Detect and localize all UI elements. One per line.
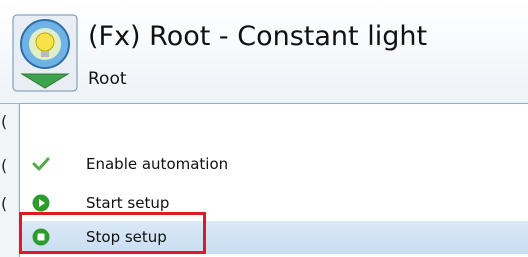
edge-glyph: ( (1, 194, 8, 213)
page-subtitle: Root (88, 69, 127, 89)
underlying-panel-edge: ( ( ( (0, 104, 20, 257)
window-header: (Fx) Root - Constant light Root (0, 0, 528, 104)
play-circle-icon (32, 194, 50, 212)
edge-glyph: ( (1, 112, 8, 131)
checkmark-icon (32, 157, 50, 171)
page-title: (Fx) Root - Constant light (88, 21, 428, 52)
highlight-annotation-box (19, 212, 206, 254)
edge-glyph: ( (1, 156, 8, 175)
menu-item-label: Enable automation (86, 155, 229, 173)
menu-item-label: Start setup (86, 194, 170, 212)
lightbulb-gear-icon[interactable] (12, 14, 78, 92)
menu-item-enable-automation[interactable]: Enable automation (20, 148, 528, 181)
